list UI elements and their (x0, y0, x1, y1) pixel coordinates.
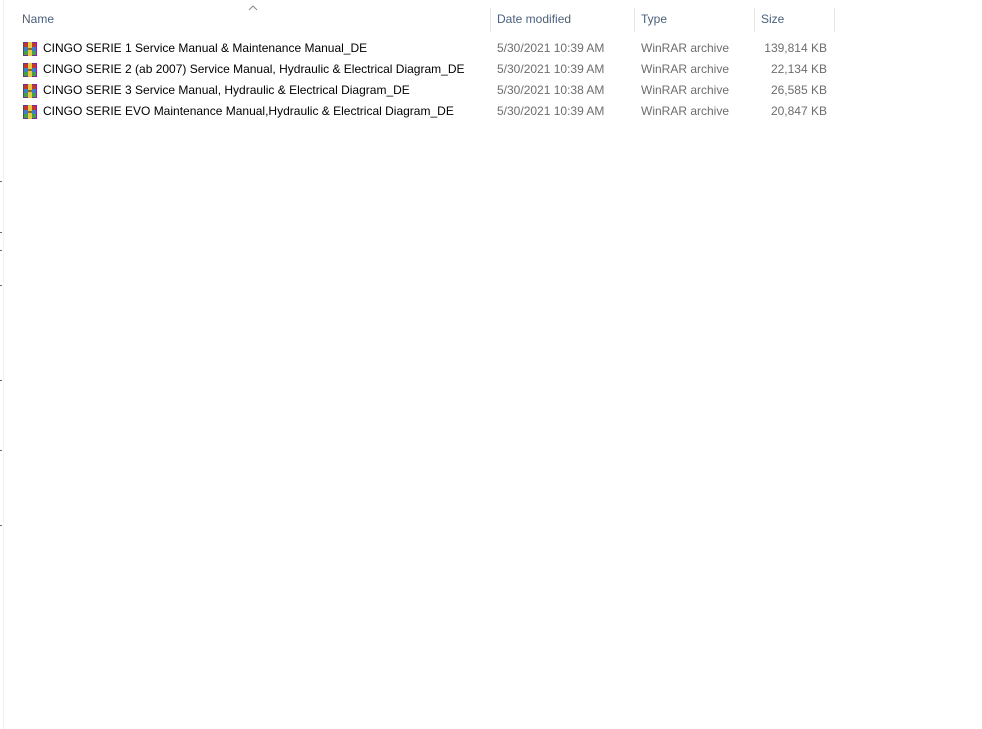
column-header-row: Name Date modified Type Size (0, 0, 840, 38)
edge-mark (0, 380, 2, 381)
file-name-cell: CINGO SERIE 2 (ab 2007) Service Manual, … (22, 59, 490, 80)
file-row[interactable]: CINGO SERIE 2 (ab 2007) Service Manual, … (0, 59, 840, 80)
file-size: 20,847 KB (770, 104, 827, 118)
file-date-modified: 5/30/2021 10:39 AM (497, 41, 605, 55)
winrar-archive-icon (23, 104, 37, 119)
file-date-modified: 5/30/2021 10:38 AM (497, 83, 605, 97)
column-divider[interactable] (834, 8, 835, 32)
file-type: WinRAR archive (641, 83, 730, 97)
edge-mark (0, 232, 2, 233)
winrar-archive-icon (23, 41, 37, 56)
edge-mark (0, 450, 2, 451)
file-type: WinRAR archive (641, 41, 730, 55)
column-header-type[interactable]: Type (635, 0, 754, 38)
file-row[interactable]: CINGO SERIE EVO Maintenance Manual,Hydra… (0, 101, 840, 122)
file-name: CINGO SERIE 1 Service Manual & Maintenan… (43, 41, 368, 55)
file-row[interactable]: CINGO SERIE 3 Service Manual, Hydraulic … (0, 80, 840, 101)
file-rows: CINGO SERIE 1 Service Manual & Maintenan… (0, 38, 840, 122)
file-name: CINGO SERIE 3 Service Manual, Hydraulic … (43, 83, 410, 97)
column-header-size[interactable]: Size (755, 0, 834, 38)
file-name-cell: CINGO SERIE 1 Service Manual & Maintenan… (22, 38, 490, 59)
winrar-archive-icon (23, 83, 37, 98)
file-name-cell: CINGO SERIE EVO Maintenance Manual,Hydra… (22, 101, 490, 122)
column-header-name[interactable]: Name (16, 0, 490, 38)
file-type: WinRAR archive (641, 62, 730, 76)
file-size: 22,134 KB (770, 62, 827, 76)
edge-mark (0, 250, 2, 251)
file-name: CINGO SERIE 2 (ab 2007) Service Manual, … (43, 62, 465, 76)
file-name: CINGO SERIE EVO Maintenance Manual,Hydra… (43, 104, 454, 118)
file-size: 139,814 KB (764, 41, 827, 55)
edge-mark (0, 525, 2, 526)
file-row[interactable]: CINGO SERIE 1 Service Manual & Maintenan… (0, 38, 840, 59)
edge-mark (0, 181, 2, 182)
file-size: 26,585 KB (770, 83, 827, 97)
file-type: WinRAR archive (641, 104, 730, 118)
file-list: Name Date modified Type Size CINGO SERIE… (0, 0, 840, 122)
file-name-cell: CINGO SERIE 3 Service Manual, Hydraulic … (22, 80, 490, 101)
edge-mark (0, 285, 2, 286)
column-header-date-modified[interactable]: Date modified (491, 0, 634, 38)
file-date-modified: 5/30/2021 10:39 AM (497, 104, 605, 118)
file-date-modified: 5/30/2021 10:39 AM (497, 62, 605, 76)
winrar-archive-icon (23, 62, 37, 77)
